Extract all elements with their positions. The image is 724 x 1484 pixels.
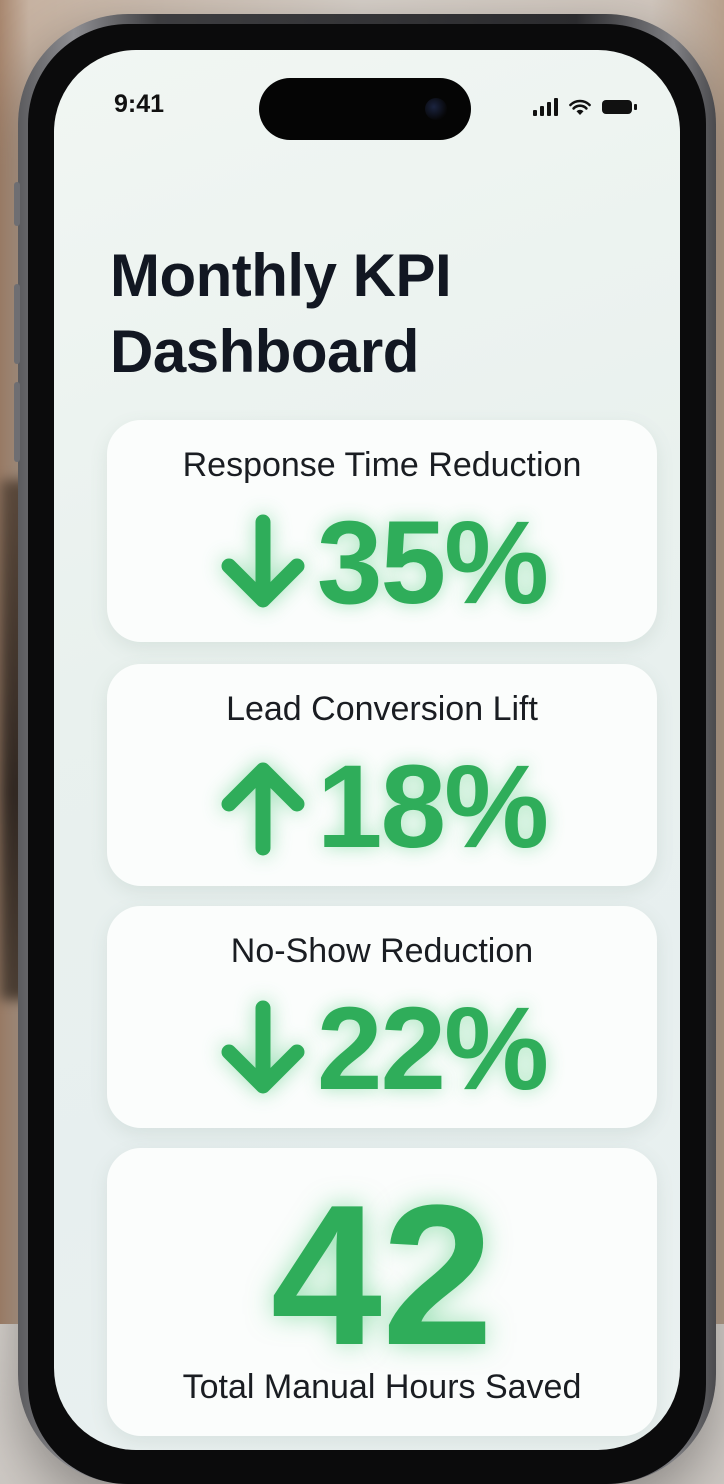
arrow-down-icon: [221, 514, 305, 608]
cellular-signal-icon: [533, 98, 558, 116]
kpi-card-lead-conversion: Lead Conversion Lift 18%: [107, 664, 657, 886]
battery-icon: [602, 100, 637, 114]
summary-value: 42: [270, 1164, 494, 1387]
status-bar: 9:41: [54, 50, 680, 140]
kpi-value: 35%: [316, 497, 549, 629]
kpi-card-label: No-Show Reduction: [230, 932, 534, 970]
camera-icon: [425, 98, 447, 120]
kpi-value: 18%: [316, 741, 549, 873]
wifi-icon: [569, 99, 591, 115]
arrow-down-icon: [221, 1000, 305, 1094]
kpi-card-label: Response Time Reduction: [182, 446, 582, 484]
kpi-card-response-time: Response Time Reduction 35%: [107, 420, 657, 642]
kpi-card-label: Lead Conversion Lift: [226, 690, 538, 728]
action-button: [14, 182, 20, 226]
summary-label: Total Manual Hours Saved: [182, 1368, 582, 1406]
phone-frame: 9:41 Monthly KPI Dashboard Response Time…: [14, 14, 716, 1484]
kpi-card-no-show: No-Show Reduction 22%: [107, 906, 657, 1128]
kpi-value: 22%: [316, 983, 549, 1115]
arrow-up-icon: [221, 762, 305, 856]
volume-up-button: [14, 284, 20, 364]
page-title: Monthly KPI Dashboard: [110, 242, 452, 385]
dynamic-island: [259, 78, 471, 140]
volume-down-button: [14, 382, 20, 462]
kpi-metric: 18%: [107, 748, 657, 866]
kpi-metric: 35%: [107, 504, 657, 622]
screen: 9:41 Monthly KPI Dashboard Response Time…: [54, 50, 680, 1450]
status-time: 9:41: [114, 90, 165, 118]
summary-card-hours-saved: 42 Total Manual Hours Saved: [107, 1148, 657, 1436]
phone-bezel: 9:41 Monthly KPI Dashboard Response Time…: [28, 24, 706, 1484]
kpi-metric: 22%: [107, 990, 657, 1108]
status-icons: [533, 94, 637, 116]
